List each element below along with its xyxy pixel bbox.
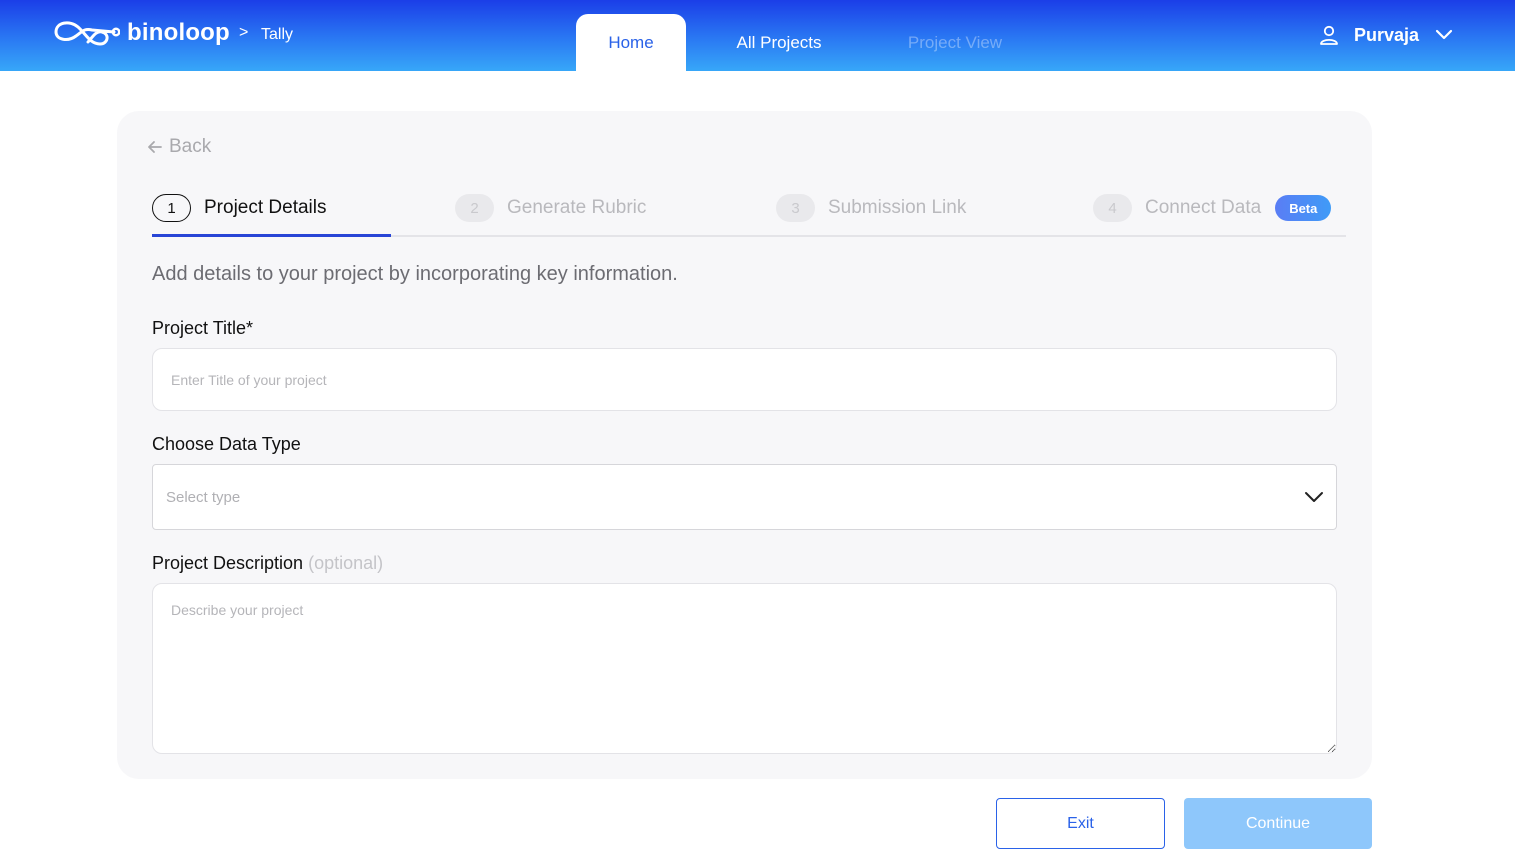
active-step-indicator (152, 234, 391, 237)
step-number: 1 (152, 194, 191, 222)
step-generate-rubric[interactable]: 2 Generate Rubric (455, 193, 646, 223)
step-number: 3 (776, 194, 815, 222)
step-label: Submission Link (828, 197, 967, 218)
step-connect-data[interactable]: 4 Connect Data Beta (1093, 193, 1332, 223)
step-label: Project Details (204, 197, 327, 218)
infinity-loop-icon (54, 21, 120, 46)
data-type-label: Choose Data Type (152, 434, 301, 454)
project-title-input[interactable] (152, 348, 1337, 411)
step-number: 2 (455, 194, 494, 222)
step-label: Connect Data (1145, 197, 1262, 218)
chevron-down-icon (1435, 29, 1453, 40)
brand-logo[interactable]: binoloop (52, 16, 230, 50)
user-icon (1320, 25, 1338, 45)
step-project-details[interactable]: 1 Project Details (152, 193, 327, 223)
tab-all-projects[interactable]: All Projects (714, 14, 844, 71)
back-button[interactable]: Back (147, 136, 211, 158)
step-submission-link[interactable]: 3 Submission Link (776, 193, 966, 223)
breadcrumb-separator: > (239, 24, 249, 41)
breadcrumb[interactable]: Tally (261, 26, 293, 44)
brand-name: binoloop (127, 19, 230, 46)
step-label: Generate Rubric (507, 197, 647, 218)
step-number: 4 (1093, 194, 1132, 222)
user-menu[interactable]: Purvaja (1318, 22, 1453, 48)
stepper: 1 Project Details 2 Generate Rubric 3 Su… (152, 193, 1346, 237)
continue-button[interactable]: Continue (1184, 798, 1372, 849)
project-title-label: Project Title* (152, 318, 254, 338)
arrow-left-icon (148, 141, 162, 153)
exit-button[interactable]: Exit (996, 798, 1165, 849)
chevron-down-icon (1305, 492, 1323, 502)
tab-project-view: Project View (907, 32, 1003, 52)
project-details-card: Back 1 Project Details 2 Generate Rubric… (117, 111, 1372, 779)
select-placeholder: Select type (166, 488, 241, 506)
project-description-label: Project Description (optional) (152, 553, 383, 574)
top-navbar: binoloop > Tally Home All Projects Proje… (0, 0, 1515, 71)
project-description-textarea[interactable] (152, 583, 1337, 754)
description-label-text: Project Description (152, 553, 304, 573)
beta-badge: Beta (1275, 195, 1332, 221)
user-name: Purvaja (1354, 24, 1420, 45)
tab-home[interactable]: Home (576, 14, 686, 71)
optional-hint: (optional) (308, 553, 384, 573)
back-label: Back (169, 136, 212, 157)
data-type-select[interactable]: Select type (152, 464, 1337, 530)
intro-text: Add details to your project by incorpora… (152, 263, 678, 285)
